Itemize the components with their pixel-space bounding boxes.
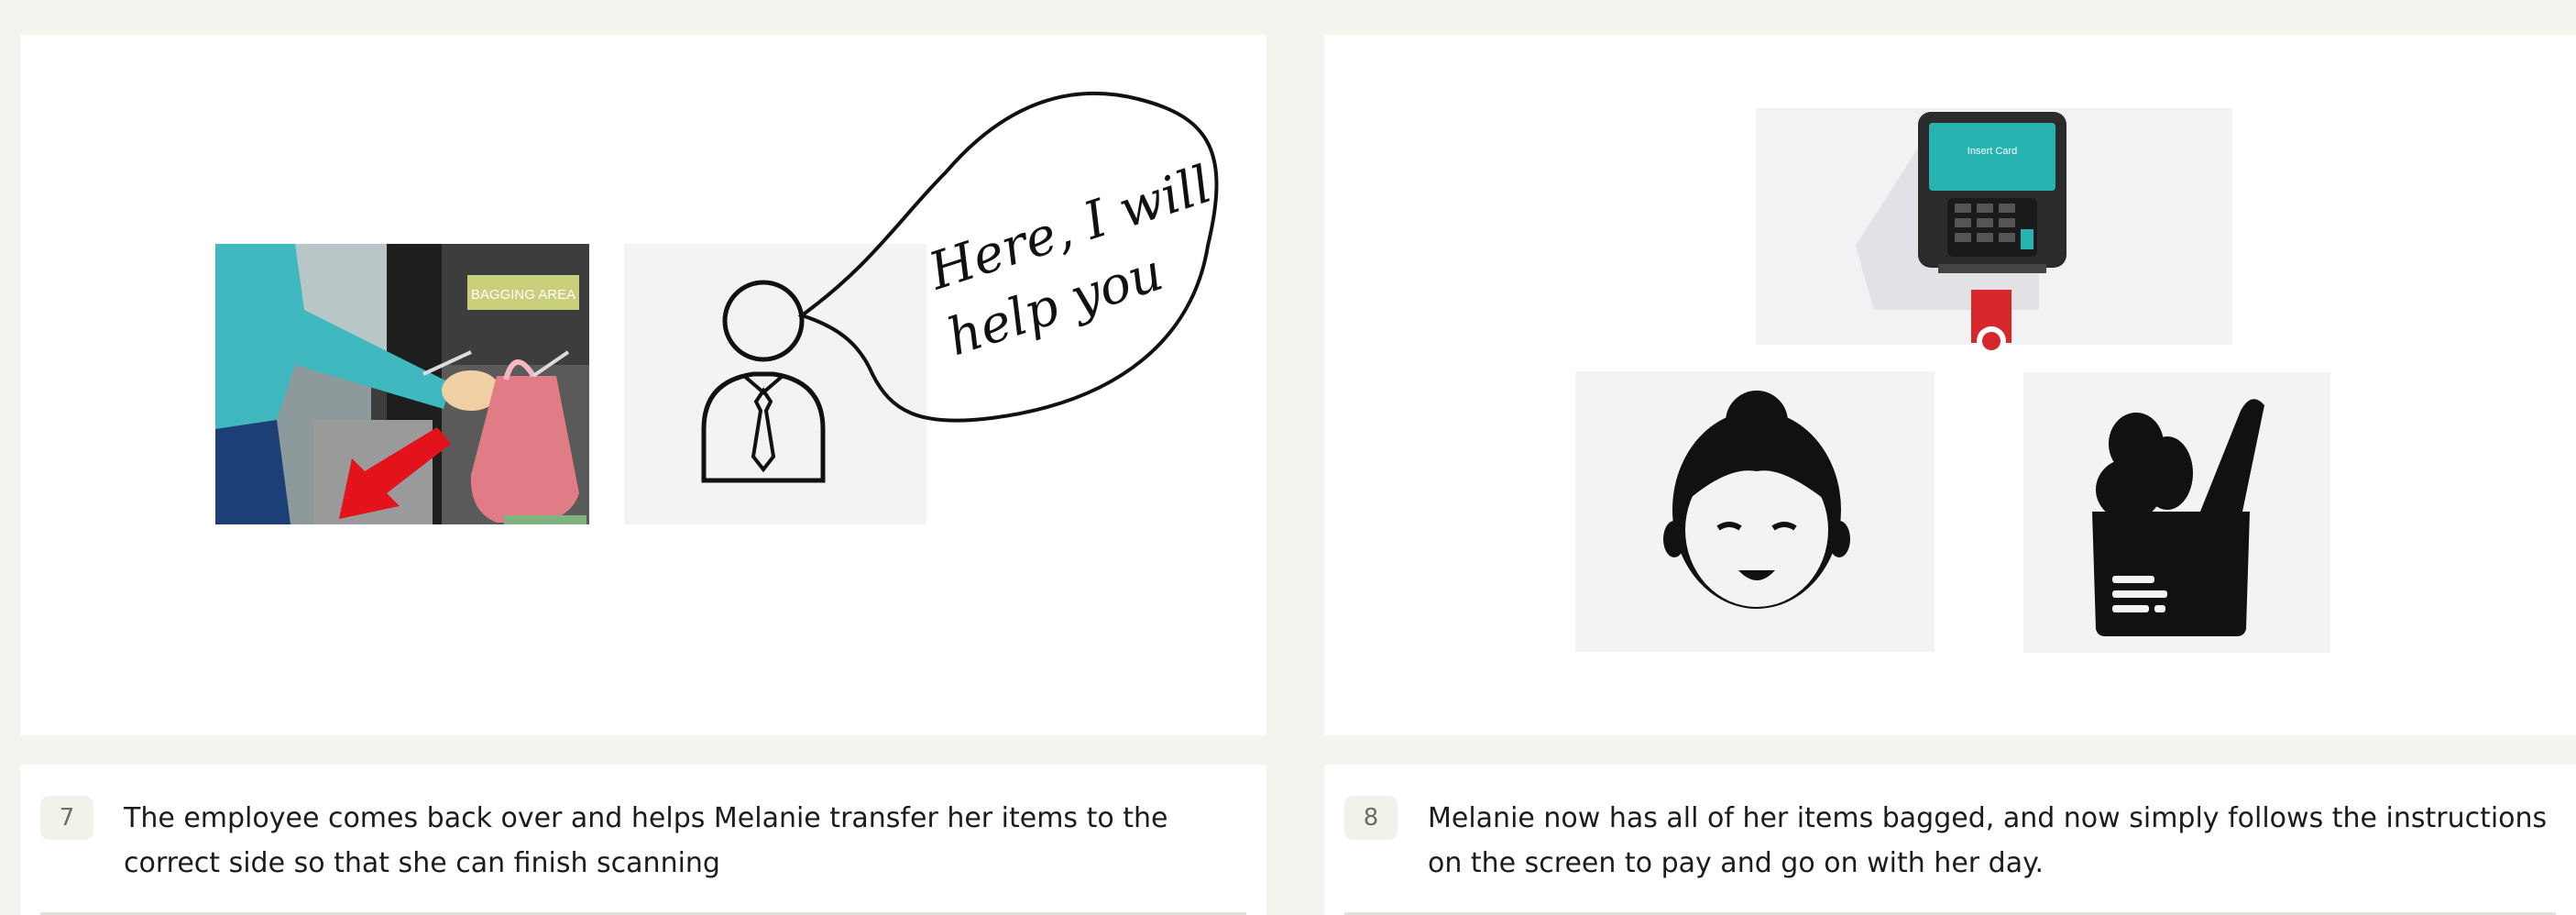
step-7-caption-card: 7 The employee comes back over and helps…	[20, 765, 1266, 915]
employee-icon	[624, 244, 926, 524]
step-7-image-panel: BAGGING AREA Here, I will help you	[20, 35, 1266, 735]
card-terminal-icon: Insert Card	[1756, 108, 2232, 356]
self-checkout-bagging-photo: BAGGING AREA	[215, 244, 589, 524]
woman-face-icon	[1575, 371, 1935, 652]
step-8-number-badge: 8	[1344, 796, 1398, 840]
bagging-area-sign: BAGGING AREA	[471, 287, 575, 303]
step-7-caption-text: The employee comes back over and helps M…	[124, 802, 1168, 879]
step-8-image-panel: Insert Card	[1324, 35, 2576, 735]
storyboard-page: BAGGING AREA Here, I will help you Inser…	[0, 0, 2576, 915]
step-7-illustration: BAGGING AREA Here, I will help you	[215, 91, 1219, 524]
grocery-bag-icon	[2023, 372, 2330, 653]
step-8-caption-card: 8 Melanie now has all of her items bagge…	[1324, 765, 2576, 915]
step-8-caption-text: Melanie now has all of her items bagged,…	[1428, 802, 2548, 879]
terminal-screen-text: Insert Card	[1968, 146, 2017, 157]
step-8-illustration: Insert Card	[1575, 108, 2330, 653]
step-7-number-badge: 7	[40, 796, 93, 840]
